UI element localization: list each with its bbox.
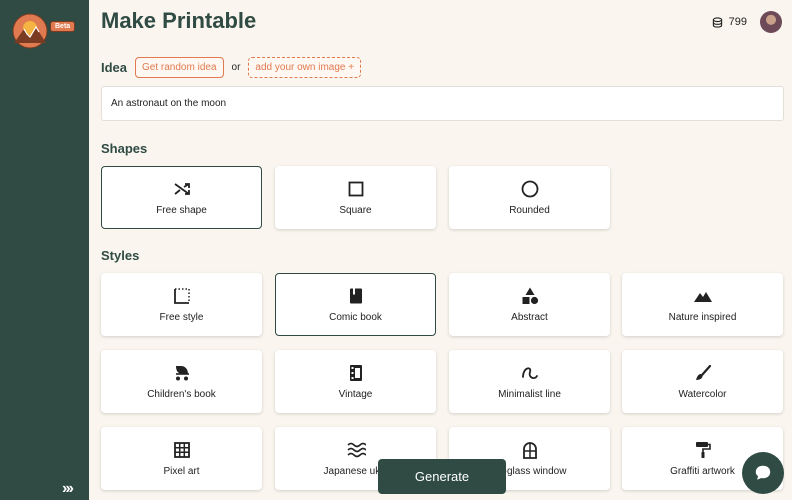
circle-icon: [521, 180, 538, 198]
grid-icon: [173, 442, 190, 458]
page-title: Make Printable: [101, 8, 257, 33]
shape-label: Square: [339, 205, 372, 216]
shape-label: Rounded: [509, 205, 550, 216]
style-label: Free style: [159, 312, 204, 323]
style-card-childrens-book[interactable]: Children's book: [101, 350, 262, 413]
styles-heading: Styles: [101, 248, 140, 263]
idea-label: Idea: [101, 60, 128, 75]
user-avatar[interactable]: [760, 11, 782, 33]
style-label: Comic book: [329, 312, 382, 323]
random-idea-button[interactable]: Get random idea: [135, 57, 224, 78]
style-card-vintage[interactable]: Vintage: [275, 350, 436, 413]
style-card-abstract[interactable]: Abstract: [449, 273, 610, 336]
or-text: or: [231, 62, 241, 73]
paint-roller-icon: [695, 442, 711, 458]
stroller-icon: [175, 366, 189, 381]
main-content: Make Printable 799 Idea Get random idea …: [89, 0, 792, 500]
shapes-icon: [522, 287, 538, 305]
expand-sidebar-icon[interactable]: ›››: [62, 480, 74, 498]
style-label: Nature inspired: [668, 312, 737, 323]
style-card-comic-book[interactable]: Comic book: [275, 273, 436, 336]
shapes-heading: Shapes: [101, 141, 148, 156]
credits-counter: 799: [712, 16, 747, 28]
style-label: Watercolor: [678, 389, 727, 400]
shuffle-icon: [173, 183, 190, 195]
dotted-frame-icon: [173, 288, 190, 304]
chat-bubble-icon: [755, 465, 771, 480]
style-label: Abstract: [511, 312, 548, 323]
style-label: Pixel art: [163, 466, 200, 477]
idea-row: Idea Get random idea or add your own ima…: [101, 57, 362, 78]
style-label: Children's book: [147, 389, 216, 400]
window-icon: [522, 442, 537, 459]
sidebar: Beta ›››: [0, 0, 89, 500]
brush-icon: [695, 364, 711, 380]
add-image-button[interactable]: add your own image +: [248, 57, 362, 78]
credits-value: 799: [728, 16, 747, 28]
shape-card-free[interactable]: Free shape: [101, 166, 262, 229]
style-label: Vintage: [338, 389, 373, 400]
generate-button[interactable]: Generate: [378, 459, 506, 494]
squiggle-icon: [521, 367, 538, 379]
shape-card-rounded[interactable]: Rounded: [449, 166, 610, 229]
waves-icon: [346, 442, 366, 458]
style-label: Minimalist line: [498, 389, 561, 400]
square-icon: [348, 181, 363, 197]
film-icon: [349, 365, 362, 381]
beta-badge: Beta: [50, 21, 76, 32]
style-card-pixel-art[interactable]: Pixel art: [101, 427, 262, 490]
shape-card-square[interactable]: Square: [275, 166, 436, 229]
chat-button[interactable]: [742, 452, 784, 494]
mountains-icon: [693, 292, 712, 302]
style-label: Graffiti artwork: [670, 466, 735, 477]
style-card-minimalist-line[interactable]: Minimalist line: [449, 350, 610, 413]
style-card-watercolor[interactable]: Watercolor: [622, 350, 783, 413]
style-card-nature-inspired[interactable]: Nature inspired: [622, 273, 783, 336]
coins-icon: [712, 16, 722, 28]
style-card-free-style[interactable]: Free style: [101, 273, 262, 336]
shape-label: Free shape: [156, 205, 207, 216]
app-logo[interactable]: [12, 13, 48, 49]
book-icon: [349, 288, 362, 304]
idea-input[interactable]: [101, 86, 784, 121]
